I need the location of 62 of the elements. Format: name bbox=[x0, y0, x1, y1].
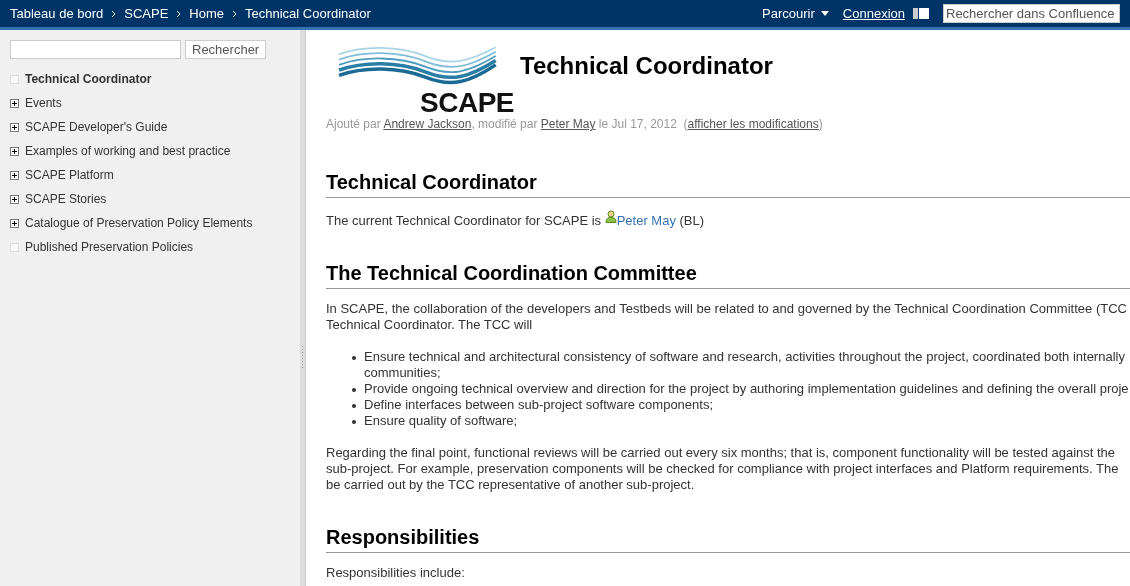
paragraph-line: Regarding the final point, functional reviews will be carried out every six months; that is, component functionality will be tested against the bbox=[326, 445, 1117, 461]
tree-item[interactable]: Published Preservation Policies bbox=[10, 235, 290, 259]
list-item-line: Ensure technical and architectural consistency of software and research, activities throughout the project, coordinated both internally bbox=[364, 349, 1125, 365]
user-icon bbox=[604, 210, 617, 223]
tree-item[interactable]: Events bbox=[10, 91, 290, 115]
tree-item-label[interactable]: Catalogue of Preservation Policy Elements bbox=[25, 216, 253, 230]
list-item-line: Define interfaces between sub-project software components; bbox=[364, 397, 714, 413]
chevron-icon bbox=[232, 9, 237, 18]
chevron-icon bbox=[176, 9, 182, 18]
section-heading: The Technical Coordination Committee bbox=[326, 262, 698, 285]
search-button[interactable]: Rechercher bbox=[185, 40, 267, 59]
search-field[interactable]: Rechercher dans Confluence bbox=[943, 4, 1120, 23]
tree-item[interactable]: Examples of working and best practice bbox=[10, 139, 290, 163]
expand-icon[interactable] bbox=[10, 218, 19, 228]
tree-item[interactable]: SCAPE Developer's Guide bbox=[10, 115, 290, 139]
bullet-icon bbox=[352, 356, 356, 360]
sidebar-search-field[interactable] bbox=[10, 40, 181, 59]
user-link[interactable]: Peter May bbox=[616, 213, 676, 228]
tree-item-label[interactable]: SCAPE Platform bbox=[25, 168, 114, 182]
breadcrumb-link[interactable]: Technical Coordinator bbox=[245, 6, 371, 21]
breadcrumb-link[interactable]: Home bbox=[189, 6, 224, 21]
tree-item-label[interactable]: Examples of working and best practice bbox=[25, 144, 231, 158]
expand-icon[interactable] bbox=[10, 146, 19, 156]
tree-item-label[interactable]: SCAPE Developer's Guide bbox=[25, 120, 168, 134]
list-item-line: Ensure quality of software; bbox=[364, 413, 518, 429]
tree-item-label[interactable]: Published Preservation Policies bbox=[25, 240, 194, 254]
tree-item-label[interactable]: Technical Coordinator bbox=[25, 72, 152, 86]
paragraph-line: In SCAPE, the collaboration of the developers and Testbeds will be related to and governed by the Technical Coordination Committee (TCC bbox=[326, 301, 1128, 317]
bullet-icon bbox=[352, 404, 356, 408]
caret-icon bbox=[820, 11, 829, 16]
expand-icon[interactable] bbox=[10, 122, 19, 132]
paragraph: The current Technical Coordinator for SCAPE is Peter May (BL) bbox=[326, 210, 1130, 229]
chevron-icon bbox=[111, 9, 117, 18]
browse-menu[interactable]: Parcourir bbox=[762, 6, 829, 21]
tree-item-label[interactable]: Events bbox=[25, 96, 62, 110]
tree-item[interactable]: Catalogue of Preservation Policy Elements bbox=[10, 211, 290, 235]
meta-link[interactable]: Peter May bbox=[540, 117, 596, 131]
expand-icon[interactable] bbox=[10, 194, 19, 204]
sidebar-toggle-icon[interactable] bbox=[913, 8, 929, 19]
paragraph-line: sub-project. For example, preservation components will be checked for compliance with project interfaces and Platform requirements. The bbox=[326, 461, 1120, 477]
page-title: Technical Coordinator bbox=[520, 52, 773, 80]
section-heading: Technical Coordinator bbox=[326, 171, 538, 194]
tree-item[interactable]: SCAPE Platform bbox=[10, 163, 290, 187]
paragraph-line: be carried out by the TCC representative of another sub-project. bbox=[326, 477, 696, 493]
login-link[interactable]: Connexion bbox=[842, 6, 905, 21]
bullet-icon bbox=[352, 420, 356, 424]
breadcrumb-link[interactable]: Tableau de bord bbox=[10, 6, 104, 21]
breadcrumb-link[interactable]: SCAPE bbox=[124, 6, 169, 21]
paragraph-line: Responsibilities include: bbox=[326, 565, 466, 581]
bullet-icon bbox=[352, 388, 356, 392]
list-item-line: Provide ongoing technical overview and direction for the project by authoring implementation guidelines and defining the overall proje bbox=[364, 381, 1129, 397]
section-heading: Responsibilities bbox=[326, 526, 481, 549]
tree-item-label[interactable]: SCAPE Stories bbox=[25, 192, 107, 206]
expand-icon[interactable] bbox=[10, 170, 19, 180]
tree-item[interactable]: Technical Coordinator bbox=[10, 67, 290, 91]
meta-link[interactable]: afficher les modifications bbox=[687, 117, 819, 131]
page-metadata: Ajouté par Andrew Jackson, modifié par Peter May le Jul 17, 2012 (afficher les modifications) bbox=[326, 117, 824, 131]
list-item-line: communities; bbox=[364, 365, 442, 381]
expand-icon[interactable] bbox=[10, 98, 19, 108]
grip-icon bbox=[301, 346, 304, 370]
tree-item[interactable]: SCAPE Stories bbox=[10, 187, 290, 211]
paragraph-line: Technical Coordinator. The TCC will bbox=[326, 317, 534, 333]
